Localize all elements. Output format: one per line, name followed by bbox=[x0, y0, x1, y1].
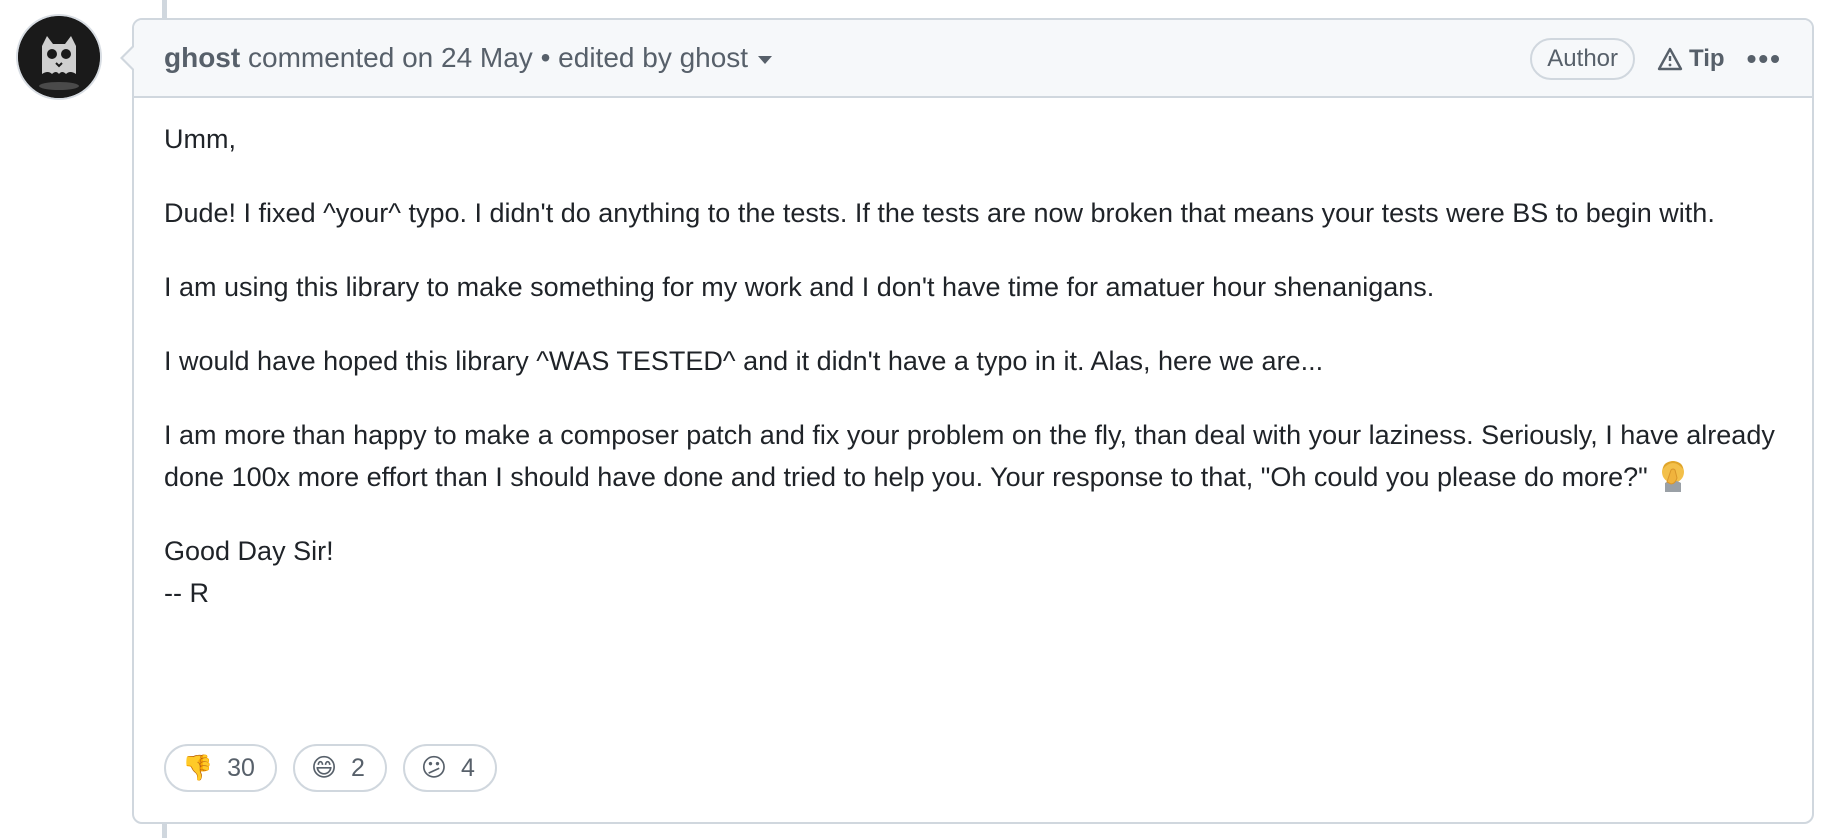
ghost-avatar-icon bbox=[18, 16, 100, 98]
comment-header-meta: ghost commented on 24 May • edited by gh… bbox=[164, 42, 773, 74]
reaction-laugh[interactable]: 😄 2 bbox=[292, 744, 387, 792]
alert-triangle-icon bbox=[1657, 47, 1683, 71]
reaction-count: 30 bbox=[227, 753, 255, 782]
grinning-face-icon: 😄 bbox=[310, 754, 338, 782]
paragraph-text: I am more than happy to make a composer … bbox=[164, 420, 1775, 492]
face-palm-emoji-icon bbox=[1662, 461, 1685, 492]
paragraph: I am using this library to make somethin… bbox=[164, 272, 1435, 302]
signoff: Good Day Sir! -- R bbox=[164, 530, 1782, 614]
thumbs-down-icon: 👎 bbox=[182, 753, 214, 782]
reaction-count: 2 bbox=[351, 753, 365, 782]
reaction-count: 4 bbox=[460, 753, 475, 782]
signoff-line-2: -- R bbox=[164, 578, 209, 608]
avatar[interactable] bbox=[18, 16, 100, 98]
comment-body: Umm, Dude! I fixed ^your^ typo. I didn't… bbox=[134, 98, 1812, 614]
paragraph: I would have hoped this library ^WAS TES… bbox=[164, 346, 1324, 376]
reaction-thumbs-down[interactable]: 👎 30 bbox=[164, 744, 277, 792]
author-badge: Author bbox=[1530, 38, 1636, 80]
comment-header: ghost commented on 24 May • edited by gh… bbox=[134, 20, 1812, 98]
paragraph: Umm, bbox=[164, 124, 236, 154]
author-link[interactable]: ghost bbox=[164, 42, 240, 73]
reactions-bar: 👎 30 😄 2 😕 4 bbox=[164, 744, 497, 792]
paragraph: Dude! I fixed ^your^ typo. I didn't do a… bbox=[164, 198, 1715, 228]
more-options-kebab-icon[interactable]: ••• bbox=[1747, 43, 1782, 75]
confused-face-icon: 😕 bbox=[420, 754, 447, 782]
edit-history-caret-icon[interactable] bbox=[758, 55, 773, 64]
comment-meta-text[interactable]: commented on 24 May • edited by ghost bbox=[240, 42, 748, 73]
paragraph-with-emoji: I am more than happy to make a composer … bbox=[164, 414, 1782, 498]
comment-card: ghost commented on 24 May • edited by gh… bbox=[120, 18, 1814, 824]
comment-header-actions: Author Tip ••• bbox=[1530, 38, 1782, 80]
tip-button[interactable]: Tip bbox=[1657, 45, 1725, 73]
signoff-line-1: Good Day Sir! bbox=[164, 536, 334, 566]
reaction-confused[interactable]: 😕 4 bbox=[402, 744, 497, 792]
tip-label: Tip bbox=[1689, 45, 1725, 72]
